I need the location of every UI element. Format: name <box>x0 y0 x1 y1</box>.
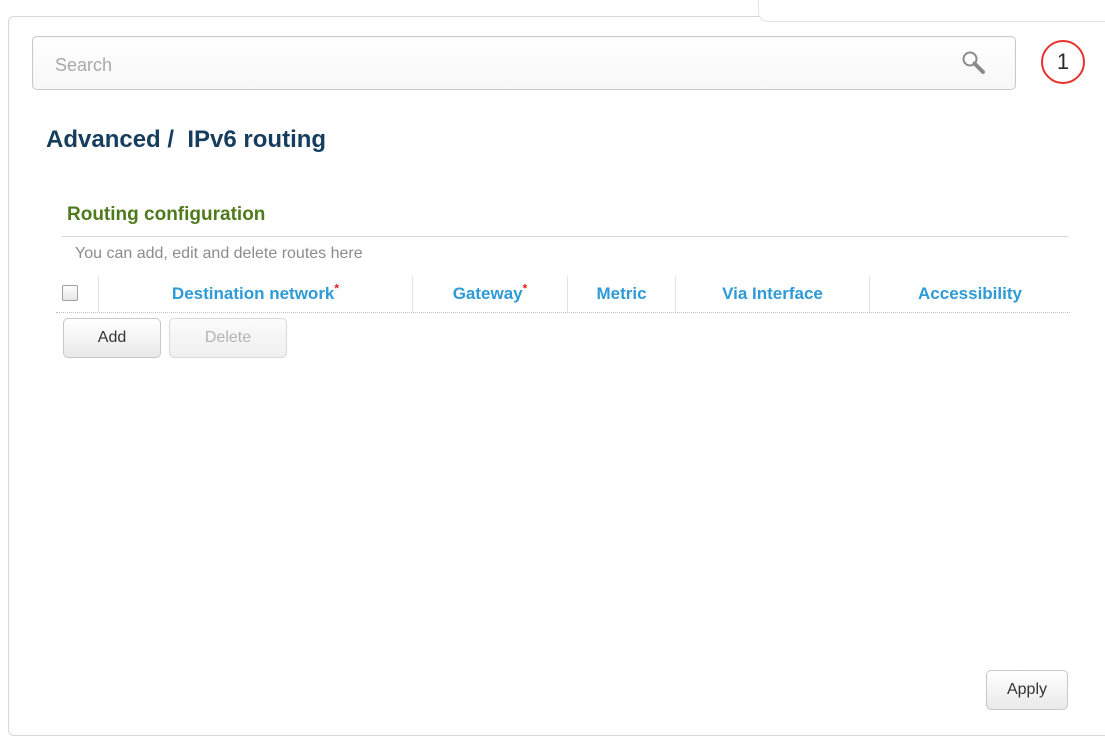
column-label: Destination network <box>171 284 335 303</box>
column-header-gateway[interactable]: Gateway* <box>412 276 567 312</box>
page-title: Advanced / IPv6 routing <box>46 126 327 153</box>
add-button[interactable]: Add <box>63 318 161 358</box>
search-bar[interactable] <box>32 36 1016 90</box>
search-icon[interactable] <box>961 50 987 76</box>
column-label: Accessibility <box>918 284 1022 303</box>
top-tab <box>758 0 1105 22</box>
section-title: Routing configuration <box>67 204 266 225</box>
required-mark: * <box>522 281 528 296</box>
column-label: Via Interface <box>722 284 823 303</box>
section-divider <box>62 236 1068 237</box>
notification-count: 1 <box>1056 49 1070 74</box>
section-description: You can add, edit and delete routes here <box>75 245 363 262</box>
column-header-metric[interactable]: Metric <box>567 276 675 312</box>
column-label: Gateway <box>452 284 523 303</box>
required-mark: * <box>334 281 340 296</box>
delete-button[interactable]: Delete <box>169 318 287 358</box>
column-label: Metric <box>596 284 647 303</box>
main-panel <box>8 16 1105 736</box>
search-input[interactable] <box>53 51 937 79</box>
select-all-checkbox[interactable] <box>62 285 78 301</box>
routes-table-header: Destination network* Gateway* Metric Via… <box>56 276 1070 313</box>
column-header-accessibility[interactable]: Accessibility <box>869 276 1070 312</box>
column-header-destination-network[interactable]: Destination network* <box>98 276 412 312</box>
notification-badge[interactable]: 1 <box>1039 38 1097 88</box>
column-header-via-interface[interactable]: Via Interface <box>675 276 869 312</box>
apply-button[interactable]: Apply <box>986 670 1068 710</box>
